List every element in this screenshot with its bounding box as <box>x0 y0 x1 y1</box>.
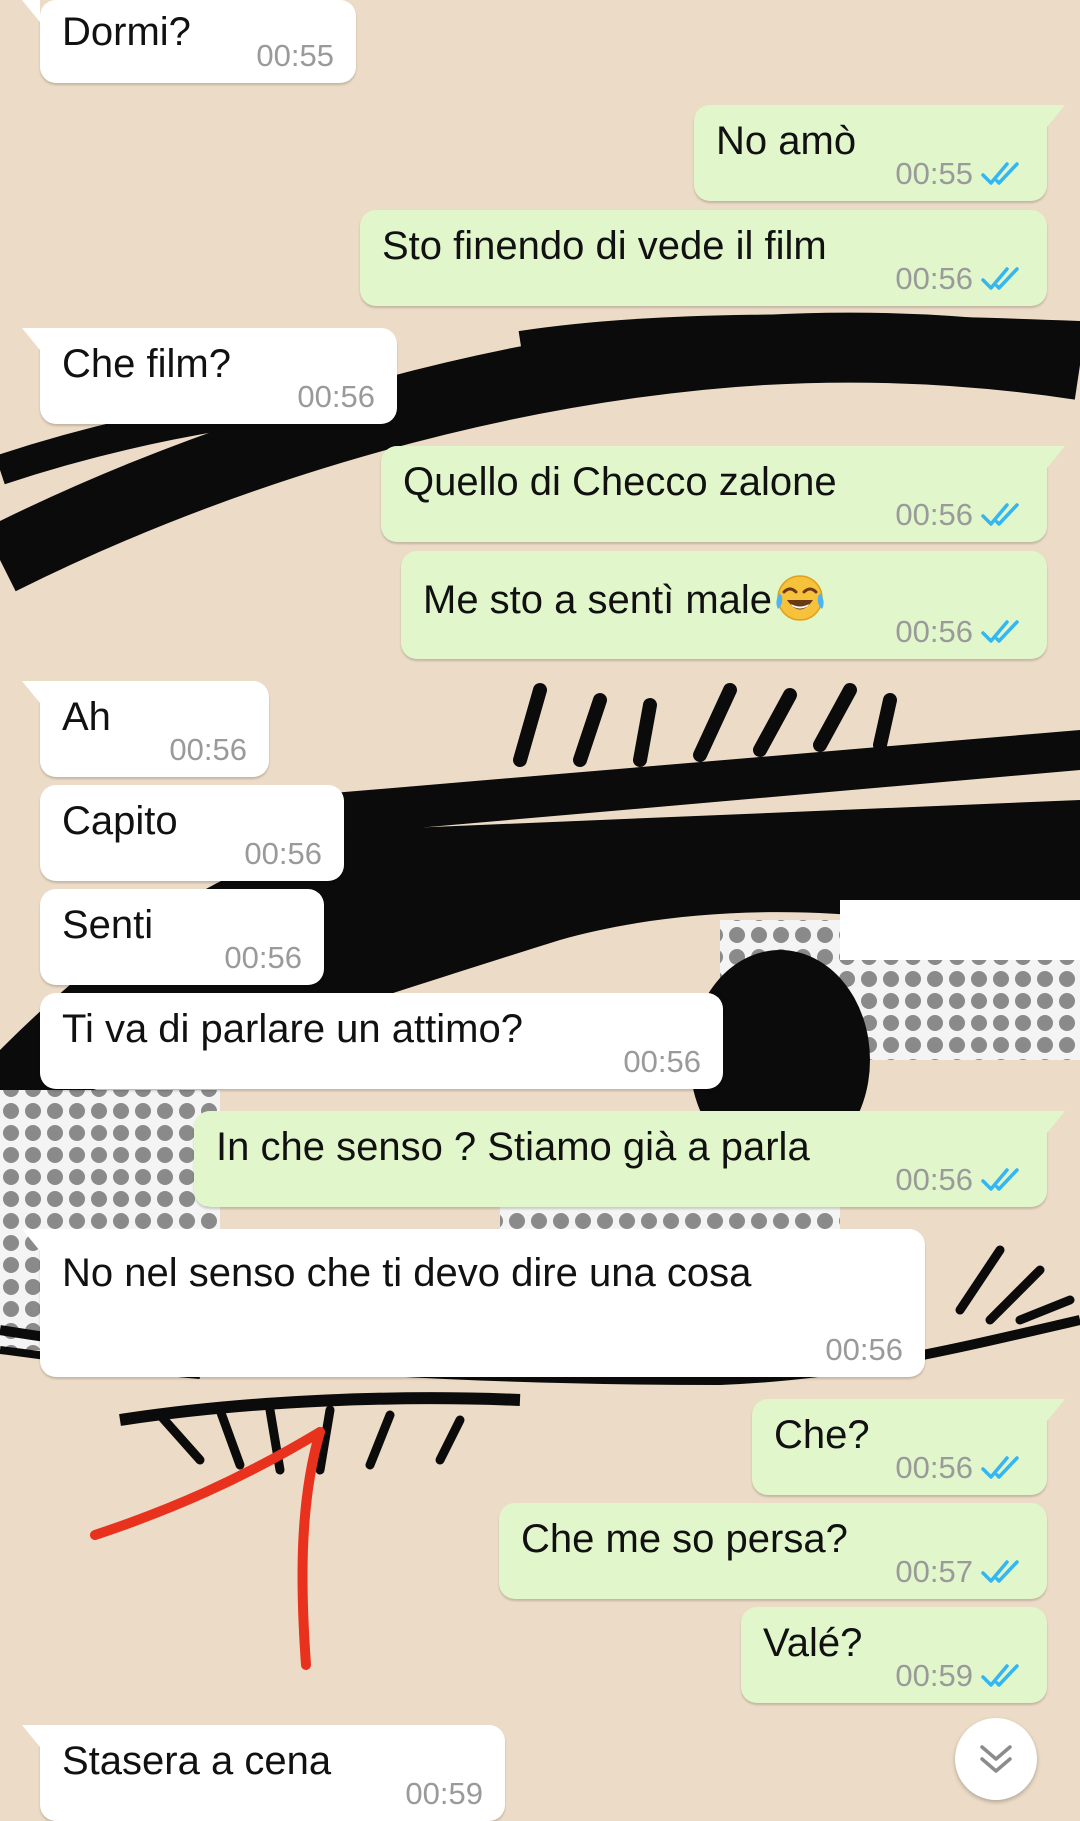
double-check-icon <box>981 1456 1019 1479</box>
message-time: 00:56 <box>825 1332 903 1367</box>
message-meta: 00:56 <box>895 498 1025 532</box>
message-time: 00:59 <box>405 1776 483 1811</box>
double-check-icon <box>981 1168 1019 1191</box>
message-outgoing[interactable]: Quello di Checco zalone 00:56 <box>381 446 1065 542</box>
message-meta: 00:55 <box>895 157 1025 191</box>
message-time: 00:57 <box>895 1554 973 1589</box>
message-outgoing[interactable]: Che? 00:56 <box>752 1399 1065 1495</box>
message-text: Sto finendo di vede il film <box>382 224 827 268</box>
message-text: No nel senso che ti devo dire una cosa <box>62 1251 752 1295</box>
message-outgoing[interactable]: In che senso ? Stiamo già a parla 00:56 <box>194 1111 1065 1207</box>
message-text: Che? <box>774 1413 870 1457</box>
message-text: Quello di Checco zalone <box>403 460 837 504</box>
message-time: 00:56 <box>895 1162 973 1197</box>
message-incoming[interactable]: Ah 00:56 <box>22 681 269 777</box>
message-text: Valé? <box>763 1621 863 1665</box>
message-outgoing[interactable]: Che me so persa? 00:57 <box>499 1503 1047 1599</box>
message-outgoing[interactable]: Valé? 00:59 <box>741 1607 1047 1703</box>
message-meta: 00:56 <box>297 380 375 414</box>
message-meta: 00:56 <box>224 941 302 975</box>
message-meta: 00:56 <box>895 1451 1025 1485</box>
message-incoming[interactable]: No nel senso che ti devo dire una cosa 0… <box>22 1229 925 1377</box>
double-check-icon <box>981 162 1019 185</box>
message-text: Ti va di parlare un attimo? <box>62 1007 523 1051</box>
message-incoming[interactable]: Stasera a cena 00:59 <box>22 1725 505 1821</box>
message-meta: 00:56 <box>825 1333 903 1367</box>
message-time: 00:56 <box>244 836 322 871</box>
face-with-tears-of-joy-icon <box>776 575 824 621</box>
message-text: Dormi? <box>62 10 191 54</box>
message-incoming[interactable]: Che film? 00:56 <box>22 328 397 424</box>
message-meta: 00:59 <box>895 1659 1025 1693</box>
double-check-icon <box>981 620 1019 643</box>
message-time: 00:56 <box>623 1044 701 1079</box>
double-check-icon <box>981 503 1019 526</box>
message-text: Stasera a cena <box>62 1739 332 1783</box>
message-time: 00:56 <box>895 1450 973 1485</box>
message-incoming[interactable]: Senti 00:56 <box>40 889 324 985</box>
message-text: Senti <box>62 903 154 947</box>
message-time: 00:55 <box>895 156 973 191</box>
message-time: 00:56 <box>297 379 375 414</box>
message-meta: 00:56 <box>623 1045 701 1079</box>
message-text: Che film? <box>62 342 231 386</box>
message-text: Capito <box>62 799 178 843</box>
message-text: In che senso ? Stiamo già a parla <box>216 1125 810 1169</box>
message-time: 00:56 <box>895 497 973 532</box>
message-meta: 00:57 <box>895 1555 1025 1589</box>
message-meta: 00:59 <box>405 1777 483 1811</box>
message-text: Ah <box>62 695 111 739</box>
message-meta: 00:56 <box>895 1163 1025 1197</box>
message-outgoing[interactable]: Me sto a sentì male 00:56 <box>401 551 1047 659</box>
message-incoming[interactable]: Capito 00:56 <box>40 785 344 881</box>
message-incoming[interactable]: Ti va di parlare un attimo? 00:56 <box>40 993 723 1089</box>
message-time: 00:59 <box>895 1658 973 1693</box>
message-meta: 00:56 <box>244 837 322 871</box>
message-outgoing[interactable]: Sto finendo di vede il film 00:56 <box>360 210 1047 306</box>
message-meta: 00:55 <box>256 39 334 73</box>
message-time: 00:56 <box>895 261 973 296</box>
double-check-icon <box>981 267 1019 290</box>
message-meta: 00:56 <box>895 262 1025 296</box>
chevron-down-icon <box>980 1745 1012 1773</box>
message-time: 00:55 <box>256 38 334 73</box>
message-text-row: Me sto a sentì male <box>423 571 826 624</box>
message-text: No amò <box>716 119 857 163</box>
message-text: Che me so persa? <box>521 1517 848 1561</box>
message-outgoing[interactable]: No amò 00:55 <box>694 105 1065 201</box>
message-incoming[interactable]: Dormi? 00:55 <box>22 0 356 83</box>
scroll-down-button[interactable] <box>955 1718 1037 1800</box>
message-text: Me sto a sentì male <box>423 578 773 622</box>
message-time: 00:56 <box>224 940 302 975</box>
message-time: 00:56 <box>169 732 247 767</box>
message-time: 00:56 <box>895 614 973 649</box>
message-meta: 00:56 <box>169 733 247 767</box>
double-check-icon <box>981 1664 1019 1687</box>
double-check-icon <box>981 1560 1019 1583</box>
message-meta: 00:56 <box>895 615 1025 649</box>
